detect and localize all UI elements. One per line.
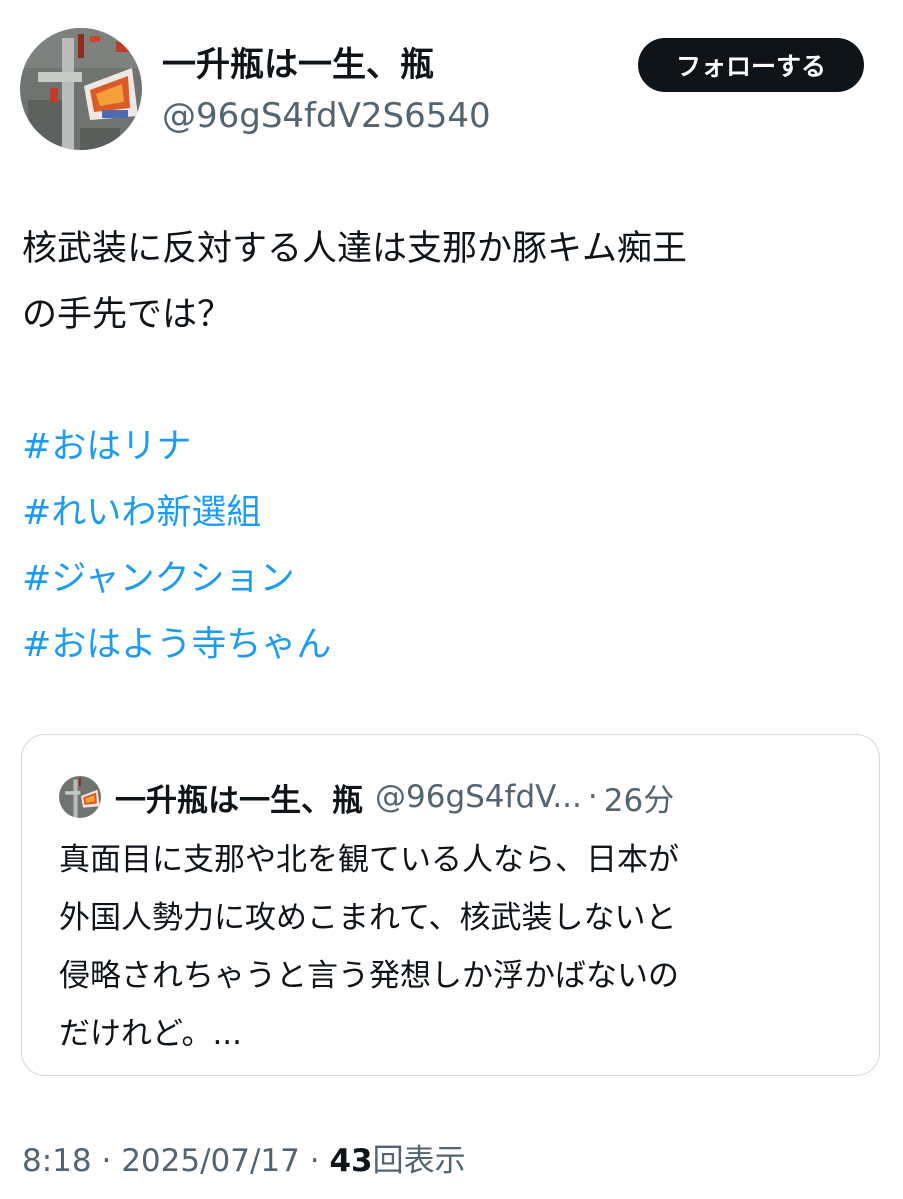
tweet-date[interactable]: 2025/07/17: [121, 1143, 300, 1179]
tweet-text: 核武装に反対する人達は支那か豚キム痴王 の手先では？: [22, 216, 872, 348]
hashtag-link[interactable]: #れいわ新選組: [22, 480, 331, 546]
quoted-author-display-name: 一升瓶は一生、瓶: [115, 782, 363, 819]
tweet-time[interactable]: 8:18: [22, 1143, 92, 1179]
quoted-tweet-text-line: 真面目に支那や北を観ている人なら、日本が: [59, 842, 679, 878]
abstract-painting-avatar-icon: [59, 776, 101, 818]
separator-dot: ·: [101, 1143, 112, 1179]
views-count: 43: [329, 1143, 373, 1179]
quoted-tweet-card[interactable]: 一升瓶は一生、瓶 @96gS4fdV... · 26分 真面目に支那や北を観てい…: [21, 734, 880, 1076]
hashtag-list: #おはリナ #れいわ新選組 #ジャンクション #おはよう寺ちゃん: [22, 414, 331, 678]
quoted-tweet-text-line: だけれど。...: [59, 1016, 243, 1052]
author-display-name[interactable]: 一升瓶は一生、瓶: [162, 42, 434, 88]
quoted-tweet-text-line: 外国人勢力に攻めこまれて、核武装しないと: [59, 900, 677, 936]
tweet-text-line: 核武装に反対する人達は支那か豚キム痴王: [22, 229, 688, 269]
tweet-text-line: の手先では？: [22, 295, 233, 335]
author-avatar[interactable]: [20, 28, 142, 150]
author-handle[interactable]: @96gS4fdV2S6540: [162, 94, 491, 138]
quoted-tweet-time: 26分: [603, 782, 675, 819]
hashtag-link[interactable]: #おはよう寺ちゃん: [22, 612, 331, 678]
quoted-author-handle: @96gS4fdV...: [375, 779, 582, 815]
hashtag-link[interactable]: #ジャンクション: [22, 546, 331, 612]
quoted-author-avatar[interactable]: [59, 776, 101, 818]
follow-button[interactable]: フォローする: [638, 38, 864, 92]
quoted-tweet-text-line: 侵略されちゃうと言う発想しか浮かばないの: [59, 958, 679, 994]
abstract-painting-avatar-icon: [20, 28, 142, 150]
separator-dot: ·: [587, 779, 598, 815]
separator-dot: ·: [309, 1143, 320, 1179]
hashtag-link[interactable]: #おはリナ: [22, 414, 331, 480]
quoted-tweet-header: 一升瓶は一生、瓶 @96gS4fdV... · 26分: [59, 775, 674, 819]
quoted-tweet-text: 真面目に支那や北を観ている人なら、日本が 外国人勢力に攻めこまれて、核武装しない…: [59, 831, 859, 1063]
views-label: 回表示: [372, 1143, 466, 1179]
tweet-metadata: 8:18 · 2025/07/17 · 43回表示: [22, 1138, 466, 1184]
